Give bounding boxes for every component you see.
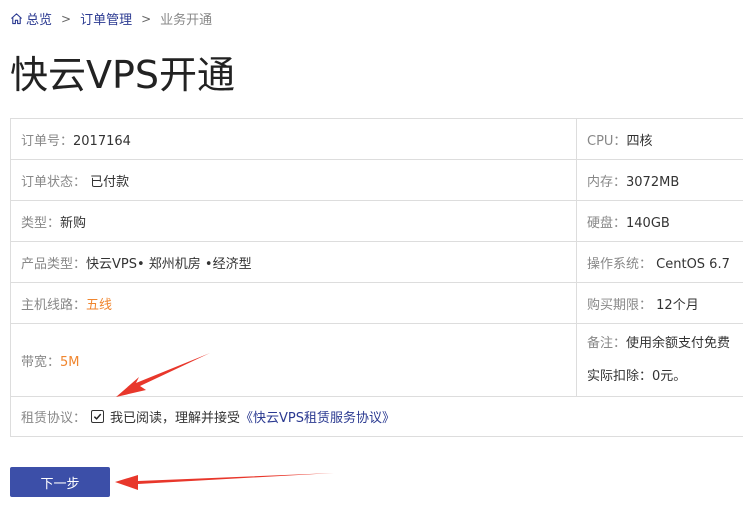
order-status-value: 已付款 <box>90 174 130 190</box>
product-type-value: 快云VPS• 郑州机房 •经济型 <box>86 256 252 272</box>
cpu-label: CPU： <box>587 133 627 149</box>
breadcrumb-separator: > <box>61 11 72 26</box>
table-row: 租赁协议： 我已阅读，理解并接受 《快云VPS租赁服务协议》 <box>10 396 743 437</box>
memory-label: 内存： <box>587 174 627 190</box>
period-label: 购买期限： <box>587 297 653 313</box>
order-number-value: 2017164 <box>73 133 131 149</box>
note-cell: 备注：使用余额支付免费 实际扣除：0元。 <box>576 323 743 397</box>
note-label: 备注： <box>587 336 627 351</box>
order-number-cell: 订单号：2017164 <box>10 118 577 160</box>
product-type-label: 产品类型： <box>21 256 87 272</box>
order-type-label: 类型： <box>21 215 61 231</box>
page-title: 快云VPS开通 <box>10 53 236 97</box>
os-label: 操作系统： <box>587 256 653 272</box>
breadcrumb-home[interactable]: 总览 <box>10 9 52 28</box>
os-value: CentOS 6.7 <box>656 256 730 272</box>
next-step-button[interactable]: 下一步 <box>10 467 110 497</box>
order-type-value: 新购 <box>60 215 87 231</box>
deduct-label: 实际扣除： <box>587 369 653 384</box>
order-number-label: 订单号： <box>21 133 74 149</box>
table-row: 订单状态： 已付款 内存：3072MB <box>10 159 743 201</box>
order-status-label: 订单状态： <box>21 174 87 190</box>
host-line-cell: 主机线路：五线 <box>10 282 577 324</box>
breadcrumb-current: 业务开通 <box>160 13 213 28</box>
checkmark-icon <box>93 413 102 420</box>
memory-cell: 内存：3072MB <box>576 159 743 201</box>
breadcrumb-home-label: 总览 <box>26 13 53 28</box>
disk-cell: 硬盘：140GB <box>576 200 743 242</box>
table-row: 产品类型：快云VPS• 郑州机房 •经济型 操作系统： CentOS 6.7 <box>10 241 743 283</box>
agreement-cell: 租赁协议： 我已阅读，理解并接受 《快云VPS租赁服务协议》 <box>10 396 743 437</box>
cpu-value: 四核 <box>626 133 653 149</box>
table-row: 订单号：2017164 CPU：四核 <box>10 118 743 160</box>
arrow-to-next-button <box>115 473 334 490</box>
breadcrumb: 总览 > 订单管理 > 业务开通 <box>10 9 212 28</box>
agreement-label: 租赁协议： <box>21 411 87 426</box>
breadcrumb-orders[interactable]: 订单管理 <box>80 9 132 28</box>
deduct-value: 0元。 <box>652 369 687 384</box>
breadcrumb-separator: > <box>141 11 152 26</box>
disk-label: 硬盘： <box>587 215 627 231</box>
os-cell: 操作系统： CentOS 6.7 <box>576 241 743 283</box>
bandwidth-value: 5M <box>60 354 80 370</box>
order-type-cell: 类型：新购 <box>10 200 577 242</box>
bandwidth-label: 带宽： <box>21 354 61 370</box>
agreement-link[interactable]: 《快云VPS租赁服务协议》 <box>240 407 395 426</box>
home-icon <box>11 13 22 25</box>
period-value: 12个月 <box>656 297 699 313</box>
period-cell: 购买期限： 12个月 <box>576 282 743 324</box>
agreement-checkbox[interactable] <box>91 410 105 423</box>
host-line-value: 五线 <box>86 297 113 313</box>
disk-value: 140GB <box>626 215 670 231</box>
table-row: 类型：新购 硬盘：140GB <box>10 200 743 242</box>
memory-value: 3072MB <box>626 174 680 190</box>
table-row: 主机线路：五线 购买期限： 12个月 <box>10 282 743 324</box>
cpu-cell: CPU：四核 <box>576 118 743 160</box>
agreement-text: 我已阅读，理解并接受 <box>110 411 241 426</box>
host-line-label: 主机线路： <box>21 297 87 313</box>
order-info-table: 订单号：2017164 CPU：四核 订单状态： 已付款 内存：3072MB 类… <box>10 118 743 437</box>
table-row: 带宽：5M 备注：使用余额支付免费 实际扣除：0元。 <box>10 323 743 397</box>
note-value: 使用余额支付免费 <box>626 336 731 351</box>
product-type-cell: 产品类型：快云VPS• 郑州机房 •经济型 <box>10 241 577 283</box>
order-status-cell: 订单状态： 已付款 <box>10 159 577 201</box>
bandwidth-cell: 带宽：5M <box>10 323 577 397</box>
